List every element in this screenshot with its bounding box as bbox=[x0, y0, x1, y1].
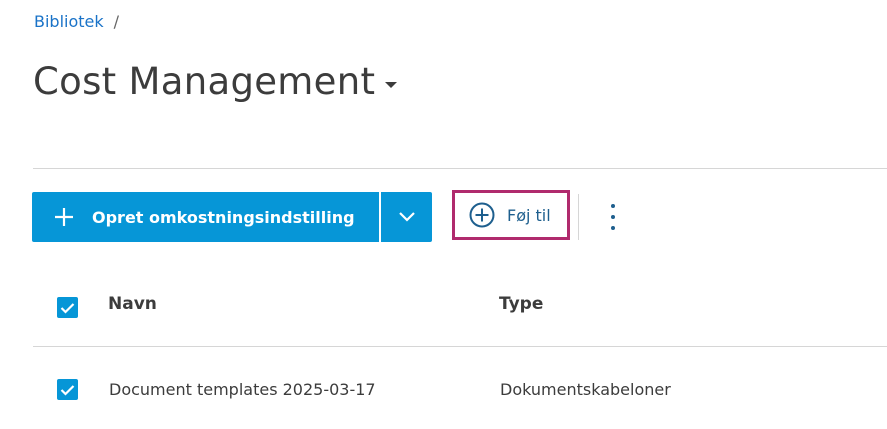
plus-icon bbox=[54, 207, 74, 227]
row-checkbox[interactable] bbox=[57, 379, 78, 400]
toolbar-separator bbox=[578, 194, 579, 240]
add-circle-icon bbox=[469, 202, 495, 228]
create-split-button: Opret omkostningsindstilling bbox=[32, 192, 432, 242]
breadcrumb-link-bibliotek[interactable]: Bibliotek bbox=[34, 12, 104, 31]
title-row: Cost Management bbox=[33, 60, 398, 103]
caret-down-icon[interactable] bbox=[385, 81, 398, 88]
table-header-divider bbox=[33, 346, 887, 347]
add-to-button[interactable]: Føj til bbox=[452, 190, 570, 240]
create-cost-setting-button[interactable]: Opret omkostningsindstilling bbox=[32, 192, 379, 242]
page-title: Cost Management bbox=[33, 60, 376, 103]
select-all-checkbox[interactable] bbox=[57, 297, 78, 318]
more-options-icon[interactable] bbox=[604, 204, 622, 230]
header-divider bbox=[33, 168, 887, 169]
breadcrumb-separator: / bbox=[113, 12, 120, 31]
chevron-down-icon bbox=[398, 212, 415, 222]
create-cost-setting-label: Opret omkostningsindstilling bbox=[92, 207, 355, 227]
row-name[interactable]: Document templates 2025-03-17 bbox=[109, 380, 376, 399]
add-to-label: Føj til bbox=[507, 205, 551, 225]
row-type: Dokumentskabeloner bbox=[500, 380, 671, 399]
column-header-type[interactable]: Type bbox=[499, 294, 543, 314]
check-icon bbox=[60, 302, 75, 314]
column-header-name[interactable]: Navn bbox=[108, 294, 157, 314]
check-icon bbox=[60, 384, 75, 396]
create-dropdown-button[interactable] bbox=[381, 192, 432, 242]
breadcrumb: Bibliotek / bbox=[34, 12, 119, 31]
